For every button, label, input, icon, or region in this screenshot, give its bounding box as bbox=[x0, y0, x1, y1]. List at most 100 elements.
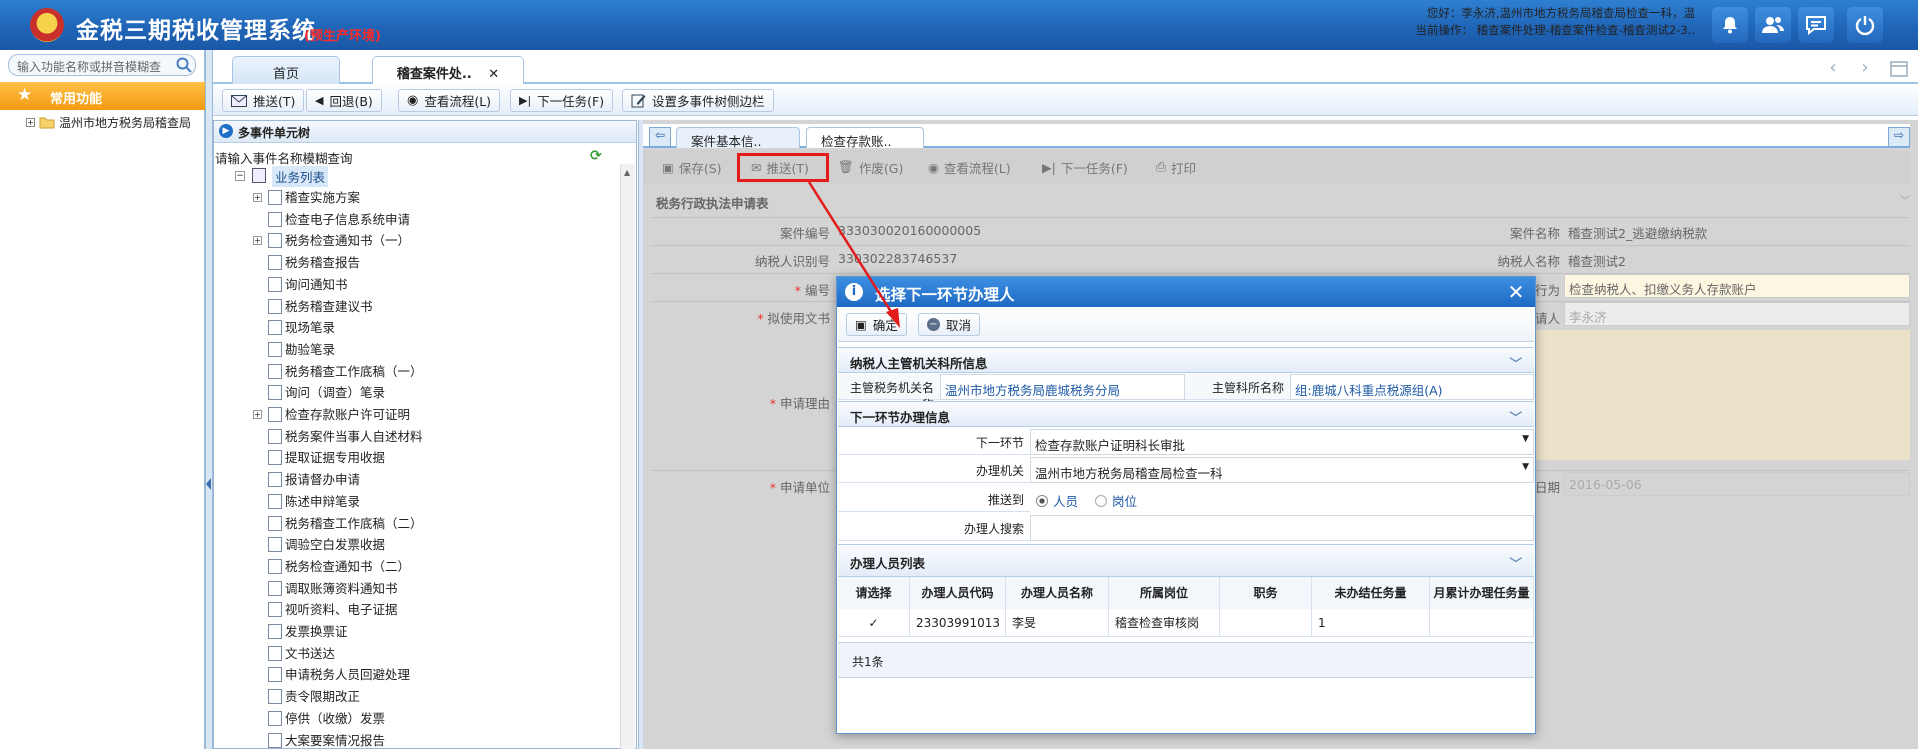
table-cell: 稽查检查审核岗 bbox=[1109, 609, 1220, 637]
disk-icon: ▣ bbox=[662, 159, 674, 175]
expand-plus-icon[interactable]: + bbox=[253, 193, 262, 202]
refresh-icon[interactable]: ⟳ bbox=[590, 148, 602, 164]
tab-case-handling[interactable]: 稽查案件处.. ✕ bbox=[372, 56, 524, 84]
back-nav-icon[interactable]: ⇦ bbox=[649, 127, 671, 147]
bell-icon[interactable] bbox=[1712, 7, 1748, 43]
set-sidebar-button[interactable]: 设置多事件树侧边栏 bbox=[622, 89, 774, 112]
tree-item[interactable]: 税务稽查工作底稿（二） bbox=[285, 513, 423, 534]
tree-item[interactable]: 大案要案情况报告 bbox=[285, 730, 385, 751]
tree-item[interactable]: 责令限期改正 bbox=[285, 686, 360, 707]
next-step-select[interactable]: 检查存款账户证明科长审批 ▼ bbox=[1030, 429, 1534, 455]
tree-item[interactable]: 检查电子信息系统申请 bbox=[285, 209, 410, 230]
doc-view-flow-button-label: 查看流程(L) bbox=[943, 160, 1011, 176]
section-next-step[interactable]: 下一环节办理信息 ﹀ bbox=[838, 401, 1534, 427]
row-checkbox[interactable]: ✓ bbox=[838, 609, 910, 637]
tree-item[interactable]: 视听资料、电子证据 bbox=[285, 599, 398, 620]
tree-item[interactable]: 现场笔录 bbox=[285, 317, 335, 338]
tree-scrollbar[interactable] bbox=[620, 164, 635, 749]
tree-item[interactable]: 税务稽查建议书 bbox=[285, 296, 373, 317]
tab-prev-icon[interactable]: ‹ bbox=[1820, 57, 1846, 81]
tree-item[interactable]: 勘验笔录 bbox=[285, 339, 335, 360]
dialog-close-icon[interactable]: ✕ bbox=[1505, 281, 1527, 303]
doc-view-flow-button[interactable]: ◉ 查看流程(L) bbox=[922, 155, 1017, 179]
tab-case-handling-label: 稽查案件处.. bbox=[396, 67, 472, 82]
tree-item[interactable]: 提取证据专用收据 bbox=[285, 447, 385, 468]
reason-textarea[interactable] bbox=[1536, 330, 1910, 460]
push-button[interactable]: 推送(T) bbox=[222, 89, 305, 112]
agency-select[interactable]: 温州市地方税务局稽查局检查一科 ▼ bbox=[1030, 457, 1534, 483]
tab-next-icon[interactable]: › bbox=[1852, 57, 1878, 81]
applicant-field[interactable]: 李永济 bbox=[1564, 302, 1910, 326]
common-functions-header[interactable]: ★ 常用功能 bbox=[0, 82, 205, 110]
tree-item[interactable]: 报请督办申请 bbox=[285, 469, 360, 490]
dropdown-arrow-icon[interactable]: ▼ bbox=[1522, 434, 1529, 444]
tree-item[interactable]: 调验空白发票收据 bbox=[285, 534, 385, 555]
tree-item[interactable]: 税务稽查工作底稿（一） bbox=[285, 361, 423, 382]
tree-item[interactable]: 发票换票证 bbox=[285, 621, 348, 642]
search-icon[interactable] bbox=[176, 57, 192, 73]
expand-plus-icon[interactable]: + bbox=[253, 410, 262, 419]
collapse-arrow-icon[interactable] bbox=[206, 478, 211, 490]
back-button[interactable]: ◀ 回退(B) bbox=[306, 89, 382, 112]
document-icon bbox=[268, 385, 282, 401]
tree-item[interactable]: 停供（收缴）发票 bbox=[285, 708, 385, 729]
tab-menu-icon[interactable] bbox=[1888, 58, 1910, 80]
view-flow-button[interactable]: ◉ 查看流程(L) bbox=[398, 89, 501, 112]
tree-item[interactable]: 税务检查通知书（一） bbox=[285, 230, 410, 251]
tab-home[interactable]: 首页 bbox=[232, 56, 340, 84]
tree-item[interactable]: 询问（调查）笔录 bbox=[285, 382, 385, 403]
chat-icon[interactable] bbox=[1798, 7, 1834, 43]
date-field[interactable]: 2016-05-06 bbox=[1564, 472, 1910, 496]
void-button[interactable]: 🗑 作废(G) bbox=[832, 155, 909, 179]
chevron-down-icon[interactable]: ﹀ bbox=[1900, 192, 1910, 207]
section-tax-authority[interactable]: 纳税人主管机关科所信息 ﹀ bbox=[838, 347, 1534, 373]
org-tree-root[interactable]: + 温州市地方税务局稽查局 bbox=[26, 114, 209, 131]
scroll-up-icon[interactable]: ▲ bbox=[624, 168, 630, 177]
back-button-label: 回退(B) bbox=[329, 94, 373, 109]
print-button[interactable]: ⎙ 打印 bbox=[1150, 155, 1202, 179]
close-icon[interactable]: ✕ bbox=[488, 67, 499, 82]
next-task-button[interactable]: ▶| 下一任务(F) bbox=[510, 89, 614, 112]
chevron-up-icon[interactable]: ﹀ bbox=[1509, 407, 1522, 426]
environment-label: (预生产环境) bbox=[304, 29, 381, 44]
section-handler-list[interactable]: 办理人员列表 ﹀ bbox=[838, 544, 1534, 577]
document-icon bbox=[268, 407, 282, 422]
expand-plus-icon[interactable]: + bbox=[26, 118, 35, 127]
chevron-up-icon[interactable]: ﹀ bbox=[1509, 553, 1522, 572]
table-cell bbox=[1430, 609, 1534, 637]
sidebar-collapse-bar[interactable] bbox=[205, 50, 213, 749]
tree-item[interactable]: 稽查实施方案 bbox=[285, 187, 360, 208]
tab-case-basic-info[interactable]: 案件基本信.. bbox=[676, 127, 800, 149]
chevron-up-icon[interactable]: ﹀ bbox=[1509, 353, 1522, 372]
tree-item[interactable]: 税务稽查报告 bbox=[285, 252, 360, 273]
dropdown-arrow-icon[interactable]: ▼ bbox=[1522, 462, 1529, 472]
tree-item[interactable]: 调取账簿资料通知书 bbox=[285, 578, 398, 599]
tree-item[interactable]: 税务案件当事人自述材料 bbox=[285, 426, 423, 447]
tree-item[interactable]: 询问通知书 bbox=[285, 274, 348, 295]
tree-item[interactable]: 检查存款账户许可证明 bbox=[285, 404, 410, 425]
user-info: 您好：李永济,温州市地方税务局稽查局检查一科，温 当前操作： 稽查案件处理-稽查… bbox=[1380, 5, 1695, 39]
save-button[interactable]: ▣ 保存(S) bbox=[656, 155, 728, 179]
trash-icon: 🗑 bbox=[838, 159, 854, 174]
exec-select[interactable]: 检查纳税人、扣缴义务人存款账户 bbox=[1564, 274, 1910, 298]
cancel-button[interactable]: − 取消 bbox=[918, 313, 981, 336]
tab-deposit-check[interactable]: 检查存款账.. ✕ bbox=[806, 127, 924, 165]
cancel-button-label: 取消 bbox=[946, 318, 972, 333]
radio-person[interactable] bbox=[1036, 494, 1048, 507]
business-list-label[interactable]: 业务列表 bbox=[272, 166, 329, 187]
collapse-minus-icon[interactable]: − bbox=[235, 171, 245, 181]
function-search-input[interactable]: 输入功能名称或拼音模糊查 bbox=[8, 54, 196, 76]
doc-next-task-button[interactable]: ▶| 下一任务(F) bbox=[1036, 155, 1134, 179]
tree-item[interactable]: 陈述申辩笔录 bbox=[285, 491, 360, 512]
power-icon[interactable] bbox=[1847, 7, 1883, 43]
handler-search-input[interactable] bbox=[1030, 515, 1534, 541]
org-tree-root-label: 温州市地方税务局稽查局 bbox=[59, 116, 192, 130]
tree-item[interactable]: 申请税务人员回避处理 bbox=[285, 664, 410, 685]
tree-item[interactable]: 文书送达 bbox=[285, 643, 335, 664]
forward-nav-icon[interactable]: ⇨ bbox=[1888, 127, 1910, 147]
users-icon[interactable] bbox=[1755, 7, 1791, 43]
reason-label: * 申请理由 bbox=[769, 396, 830, 411]
expand-plus-icon[interactable]: + bbox=[253, 236, 262, 246]
tree-item[interactable]: 税务检查通知书（二） bbox=[285, 556, 410, 577]
radio-post[interactable] bbox=[1095, 494, 1108, 507]
